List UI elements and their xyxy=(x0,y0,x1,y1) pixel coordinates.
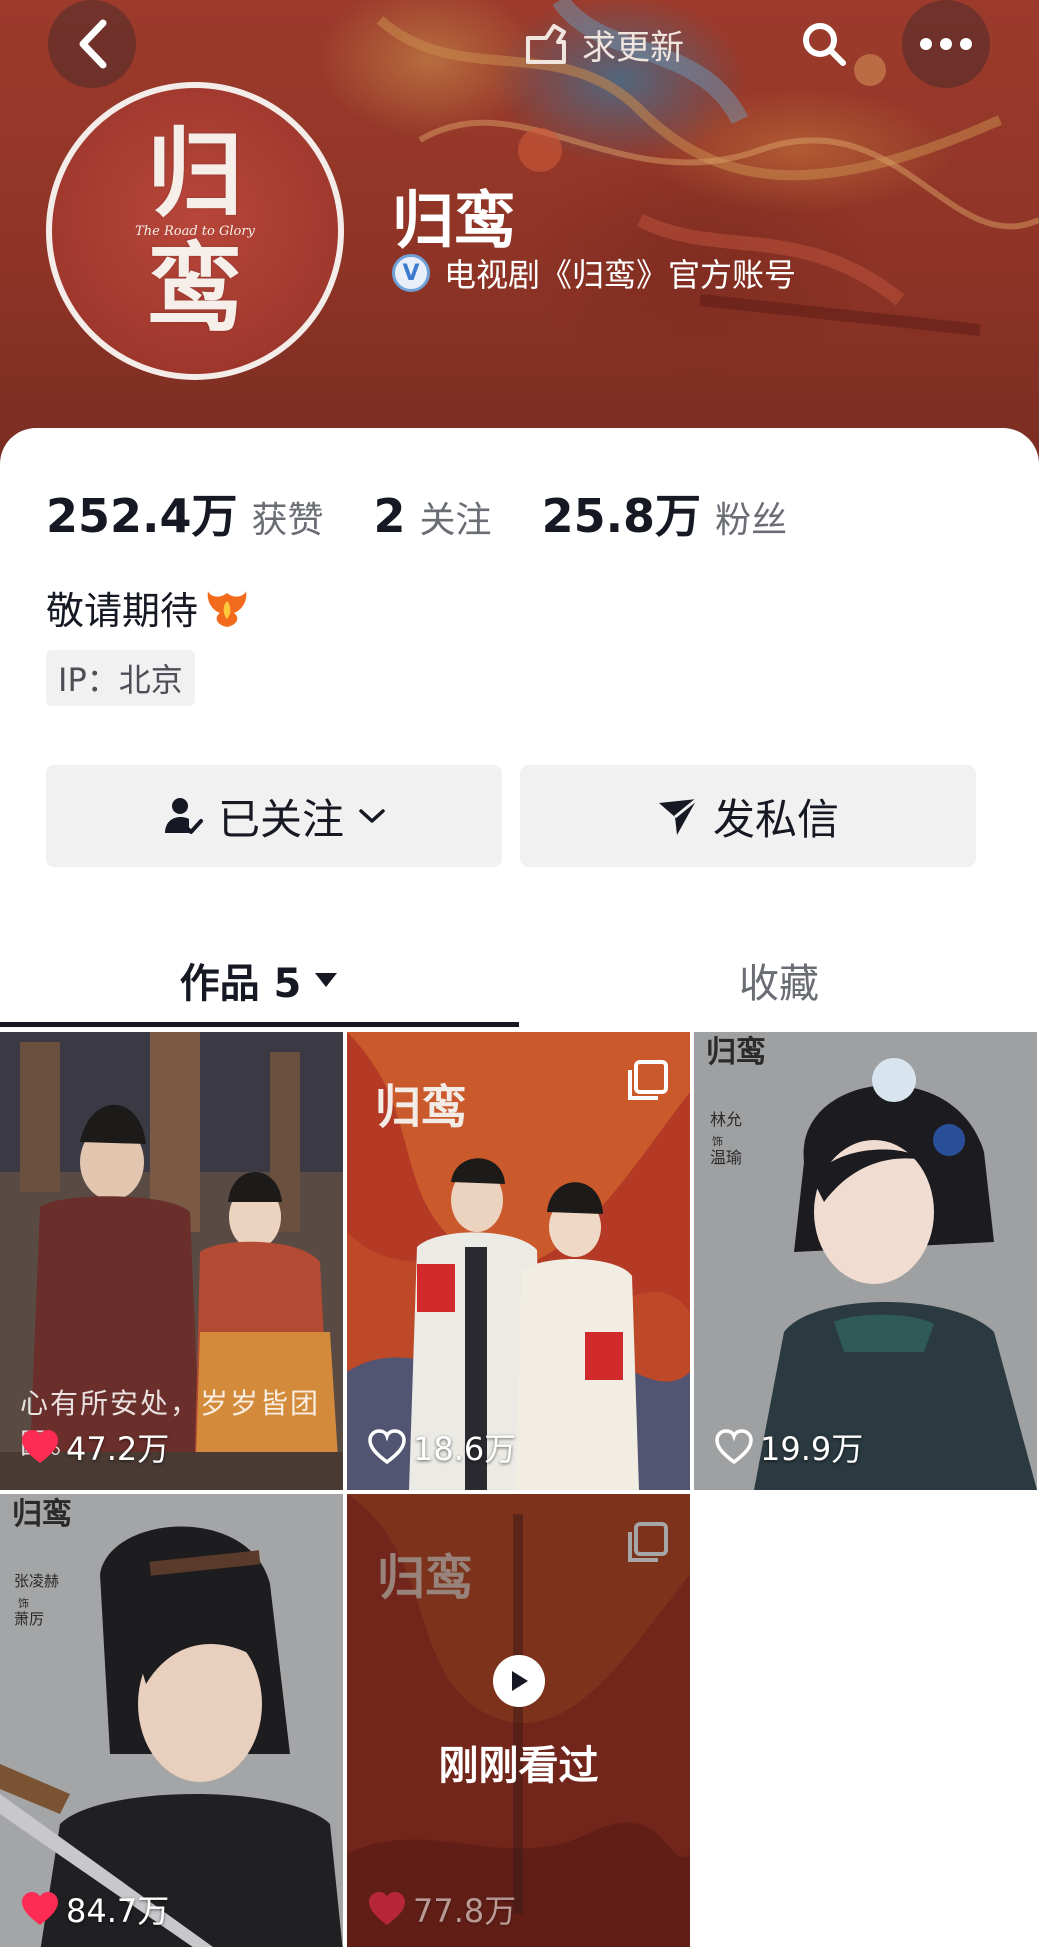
followed-label: 已关注 xyxy=(217,794,344,844)
role-connector: 饰 xyxy=(18,1597,29,1610)
likes-count: 47.2万 xyxy=(20,1424,169,1470)
profile-banner: 求更新 归 The Road to Glory 鸾 归鸾 V 电视剧《归鸾》官方… xyxy=(0,0,1039,470)
stat-followers-value: 25.8万 xyxy=(541,489,702,543)
bio-text: 敬请期待 xyxy=(46,589,199,633)
more-button[interactable] xyxy=(902,0,990,88)
tab-favorites[interactable]: 收藏 xyxy=(519,930,1039,1030)
tab-active-indicator xyxy=(0,1022,519,1027)
stats-row: 252.4万 获赞 2 关注 25.8万 粉丝 xyxy=(46,480,837,546)
video-tile[interactable]: 归鸾 18.6万 xyxy=(347,1032,690,1490)
stat-followers-label: 粉丝 xyxy=(715,500,788,541)
role-name: 温瑜 xyxy=(710,1148,743,1167)
verified-badge-icon: V xyxy=(392,254,430,292)
heart-filled-icon xyxy=(22,1892,58,1925)
heart-outline-icon xyxy=(715,1429,753,1465)
tile-logo: 归鸾 xyxy=(706,1035,766,1070)
avatar-glyph-top: 归 xyxy=(147,116,243,230)
chevron-left-icon xyxy=(79,19,107,69)
chevron-down-icon xyxy=(359,809,385,823)
recently-watched-overlay: 刚刚看过 xyxy=(347,1494,690,1947)
back-button[interactable] xyxy=(48,0,136,88)
likes-count: 19.9万 xyxy=(714,1424,863,1470)
actor-name: 林允 xyxy=(710,1110,743,1129)
tile-logo: 归鸾 xyxy=(12,1497,72,1532)
search-button[interactable] xyxy=(780,0,868,88)
likes-count: 77.8万 xyxy=(367,1886,516,1932)
likes-value: 19.9万 xyxy=(760,1430,864,1468)
video-tile[interactable]: 心有所安处，岁岁皆团圆。 47.2万 xyxy=(0,1032,343,1490)
bio: 敬请期待 xyxy=(46,580,250,635)
stat-following-label: 关注 xyxy=(419,500,492,541)
video-tile[interactable]: 归鸾 刚刚看过 77.8万 xyxy=(347,1494,690,1947)
stat-followers[interactable]: 25.8万 粉丝 xyxy=(542,480,788,546)
stat-likes-label: 获赞 xyxy=(251,500,324,541)
followed-button[interactable]: 已关注 xyxy=(46,765,502,867)
request-update-button[interactable]: 求更新 xyxy=(520,14,684,74)
search-icon xyxy=(803,23,846,66)
message-label: 发私信 xyxy=(712,794,839,844)
tile-logo: 归鸾 xyxy=(375,1080,467,1134)
likes-count: 84.7万 xyxy=(20,1886,169,1932)
heart-filled-icon xyxy=(22,1430,58,1463)
ip-location-tag: IP：北京 xyxy=(46,650,195,706)
heart-outline-icon xyxy=(368,1429,406,1465)
content-tabs: 作品 5 收藏 xyxy=(0,930,1039,1030)
tab-works-label: 作品 5 xyxy=(179,961,302,1007)
video-thumbnail xyxy=(0,1494,343,1947)
user-check-icon xyxy=(164,798,203,834)
video-tile[interactable]: 归鸾 张凌赫 饰 萧厉 84.7万 xyxy=(0,1494,343,1947)
profile-name: 归鸾 xyxy=(392,184,517,257)
recently-watched-label: 刚刚看过 xyxy=(438,1743,599,1789)
tab-works[interactable]: 作品 5 xyxy=(0,930,519,1030)
likes-value: 77.8万 xyxy=(413,1892,517,1930)
more-dots-icon xyxy=(920,38,972,50)
caret-down-icon xyxy=(315,973,338,987)
heart-filled-icon xyxy=(369,1892,405,1925)
likes-count: 18.6万 xyxy=(367,1424,516,1470)
video-tile[interactable]: 归鸾 林允 饰 温瑜 19.9万 xyxy=(694,1032,1037,1490)
play-icon xyxy=(492,1655,545,1707)
stat-following-value: 2 xyxy=(373,489,406,543)
avatar[interactable]: 归 The Road to Glory 鸾 xyxy=(46,82,344,380)
request-update-label: 求更新 xyxy=(582,27,684,68)
likes-value: 47.2万 xyxy=(66,1430,170,1468)
likes-value: 84.7万 xyxy=(66,1892,170,1930)
phoenix-emoji-icon xyxy=(207,590,247,627)
refresh-hand-icon xyxy=(526,24,566,64)
verification-row: V 电视剧《归鸾》官方账号 xyxy=(392,250,796,296)
gallery-icon xyxy=(628,1060,668,1100)
stat-likes-value: 252.4万 xyxy=(46,489,238,543)
avatar-glyph-bottom: 鸾 xyxy=(147,231,243,345)
role-connector: 饰 xyxy=(712,1135,723,1148)
send-icon xyxy=(658,797,698,835)
tab-favorites-label: 收藏 xyxy=(739,961,819,1007)
actor-name: 张凌赫 xyxy=(14,1572,60,1590)
role-name: 萧厉 xyxy=(14,1610,45,1628)
stat-likes[interactable]: 252.4万 获赞 xyxy=(46,480,324,546)
likes-value: 18.6万 xyxy=(413,1430,517,1468)
verify-text: 电视剧《归鸾》官方账号 xyxy=(444,256,797,294)
stat-following[interactable]: 2 关注 xyxy=(374,489,492,543)
video-thumbnail xyxy=(694,1032,1037,1490)
message-button[interactable]: 发私信 xyxy=(520,765,976,867)
